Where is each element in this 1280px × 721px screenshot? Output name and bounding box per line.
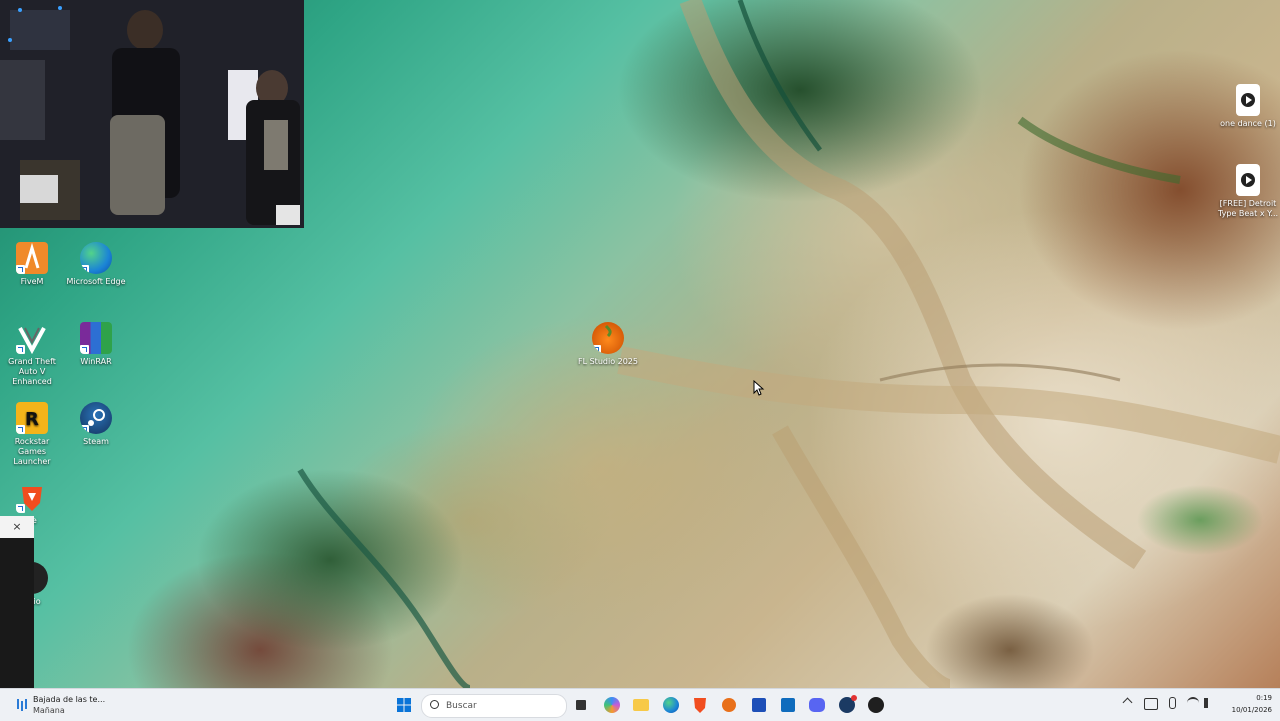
task-view-icon — [576, 700, 586, 710]
edge-desktop-icon[interactable]: Microsoft Edge — [64, 242, 128, 287]
notification-dot-icon — [851, 695, 857, 701]
fl-studio-desktop-icon[interactable]: FL Studio 2025 — [576, 322, 640, 367]
brave-icon — [16, 481, 48, 513]
weather-widget[interactable]: Bajada de las te... Mañana — [12, 693, 122, 717]
file-explorer-taskbar-button[interactable] — [631, 695, 651, 715]
clock[interactable]: 0:19 10/01/2026 — [1224, 694, 1272, 714]
search-icon — [430, 700, 439, 709]
shortcut-arrow-icon — [16, 504, 25, 513]
svg-text:R: R — [25, 409, 39, 430]
copilot-icon — [604, 697, 620, 713]
weather-rain-icon — [17, 699, 27, 711]
fl-studio-icon — [592, 322, 624, 354]
gta-label: Grand Theft Auto V Enhanced — [8, 357, 56, 386]
wifi-icon[interactable] — [1187, 697, 1199, 711]
one-dance-file-icon[interactable]: one dance (1) — [1216, 84, 1280, 129]
media-player-taskbar-button[interactable] — [866, 695, 886, 715]
folder-icon — [633, 699, 649, 711]
brave-taskbar-button[interactable] — [690, 695, 710, 715]
search-placeholder: Buscar — [446, 701, 477, 711]
copilot-taskbar-button[interactable] — [602, 695, 622, 715]
audio-file-icon — [1236, 84, 1260, 116]
start-button[interactable] — [394, 695, 414, 715]
fl-studio-icon — [722, 698, 736, 712]
taskbar-search[interactable]: Buscar — [421, 694, 567, 718]
steam-icon — [80, 402, 112, 434]
outlook-icon — [781, 698, 795, 712]
fivem-icon — [16, 242, 48, 274]
fivem-desktop-icon[interactable]: FiveM — [0, 242, 64, 287]
one-dance-label: one dance (1) — [1220, 119, 1276, 128]
fl-studio-taskbar-button[interactable] — [719, 695, 739, 715]
rockstar-desktop-icon[interactable]: R Rockstar Games Launcher — [0, 402, 64, 467]
steam-taskbar-button[interactable] — [837, 695, 857, 715]
store-icon — [752, 698, 766, 712]
weather-subtitle: Mañana — [33, 706, 65, 715]
clock-date: 10/01/2026 — [1231, 706, 1272, 714]
task-view-button[interactable] — [571, 695, 591, 715]
edge-icon — [80, 242, 112, 274]
fl-studio-label: FL Studio 2025 — [578, 357, 638, 366]
windows-logo-icon — [397, 698, 411, 712]
shortcut-arrow-icon — [80, 265, 89, 274]
volume-icon[interactable] — [1204, 698, 1218, 708]
audio-file-icon — [1236, 164, 1260, 196]
weather-title: Bajada de las te... — [33, 695, 106, 704]
shortcut-arrow-icon — [16, 425, 25, 434]
clock-time: 0:19 — [1256, 694, 1272, 702]
gta-desktop-icon[interactable]: Grand Theft Auto V Enhanced — [0, 322, 64, 387]
detroit-file-icon[interactable]: [FREE] Detroit Type Beat x Y... — [1216, 164, 1280, 219]
outlook-taskbar-button[interactable] — [778, 695, 798, 715]
steam-label: Steam — [83, 437, 109, 446]
gta-icon — [16, 322, 48, 354]
notification-popup[interactable]: × — [0, 516, 34, 688]
discord-icon — [809, 698, 825, 712]
winrar-label: WinRAR — [80, 357, 112, 366]
tray-chevron-icon[interactable] — [1122, 697, 1133, 708]
taskbar: Bajada de las te... Mañana Buscar 0:19 1… — [0, 688, 1280, 721]
detroit-label: [FREE] Detroit Type Beat x Y... — [1217, 199, 1279, 218]
network-off-icon[interactable] — [1144, 698, 1158, 710]
microphone-icon[interactable] — [1169, 697, 1176, 709]
steam-desktop-icon[interactable]: Steam — [64, 402, 128, 447]
notification-close-button[interactable]: × — [0, 516, 34, 538]
rockstar-icon: R — [16, 402, 48, 434]
shortcut-arrow-icon — [16, 265, 25, 274]
edge-taskbar-button[interactable] — [661, 695, 681, 715]
mouse-cursor-icon — [753, 380, 765, 396]
brave-icon — [694, 698, 706, 713]
microsoft-store-taskbar-button[interactable] — [749, 695, 769, 715]
winrar-desktop-icon[interactable]: WinRAR — [64, 322, 128, 367]
shortcut-arrow-icon — [80, 425, 89, 434]
media-player-icon — [868, 697, 884, 713]
fivem-label: FiveM — [20, 277, 44, 286]
webcam-overlay — [0, 0, 304, 228]
discord-taskbar-button[interactable] — [807, 695, 827, 715]
shortcut-arrow-icon — [16, 345, 25, 354]
shortcut-arrow-icon — [592, 345, 601, 354]
shortcut-arrow-icon — [80, 345, 89, 354]
edge-label: Microsoft Edge — [66, 277, 126, 286]
rockstar-label: Rockstar Games Launcher — [13, 437, 51, 466]
winrar-icon — [80, 322, 112, 354]
edge-icon — [663, 697, 679, 713]
